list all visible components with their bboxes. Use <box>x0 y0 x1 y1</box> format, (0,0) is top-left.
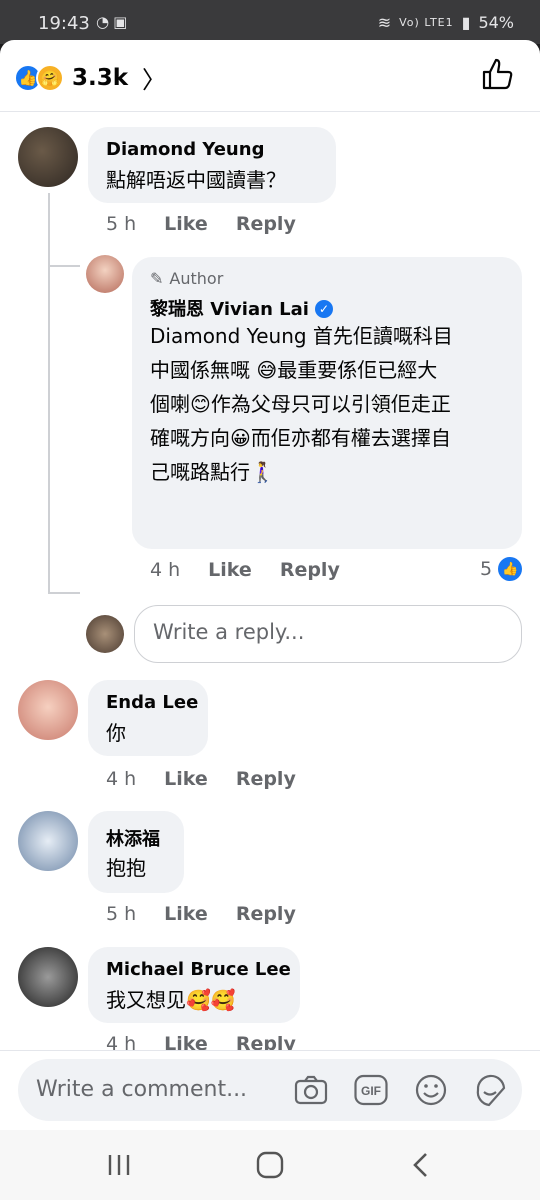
system-nav-bar <box>0 1130 540 1200</box>
comment-text: 我又想见🥰🥰 <box>106 988 236 1012</box>
comment-bubble[interactable]: Diamond Yeung 點解唔返中國讀書？ <box>88 127 336 203</box>
thread-line-branch-2 <box>48 592 80 594</box>
comment-input-placeholder: Write a comment... <box>36 1077 248 1102</box>
camera-icon[interactable] <box>294 1073 328 1107</box>
chevron-right-icon: 〉 <box>142 66 167 94</box>
like-button[interactable]: Like <box>208 559 252 581</box>
reactions-header: 👍 🤗 3.3k 〉 <box>0 40 540 112</box>
status-right: ≋ Vo) LTE1 ▮ 54% <box>378 13 514 32</box>
avatar[interactable] <box>18 811 78 871</box>
home-icon[interactable] <box>253 1148 287 1182</box>
comment-bubble[interactable]: Enda Lee 你 <box>88 680 208 756</box>
like-button[interactable]: Like <box>164 1033 208 1050</box>
comment-time: 5 h <box>106 903 137 925</box>
reply-button[interactable]: Reply <box>236 903 296 925</box>
reply-text: Diamond Yeung 首先佢讀嘅科目 中國係無嘅 😅最重要係佢已經大 個喇… <box>150 319 453 489</box>
reply-text-line: 中國係無嘅 😅最重要係佢已經大 <box>150 358 438 382</box>
recent-apps-icon[interactable] <box>102 1148 136 1182</box>
avatar[interactable] <box>18 127 78 187</box>
comment-actions: 4 h Like Reply <box>106 1033 296 1050</box>
sticker-icon[interactable] <box>474 1073 508 1107</box>
emoji-icon[interactable] <box>414 1073 448 1107</box>
reactions-summary[interactable]: 👍 🤗 3.3k 〉 <box>14 60 166 95</box>
thread-line <box>48 193 50 593</box>
reply-bubble[interactable]: ✎ Author 黎瑞恩 Vivian Lai ✓ Diamond Yeung 首… <box>132 257 522 549</box>
commenter-name[interactable]: 林添福 <box>106 825 160 851</box>
care-reaction-icon: 🤗 <box>36 63 64 92</box>
notification-icons: ◔▣ <box>96 13 132 31</box>
reply-input[interactable]: Write a reply... <box>134 605 522 663</box>
avatar[interactable] <box>18 947 78 1007</box>
status-time: 19:43 <box>38 13 90 34</box>
reply-button[interactable]: Reply <box>236 1033 296 1050</box>
avatar[interactable] <box>18 680 78 740</box>
comment-input[interactable]: Write a comment... GIF <box>18 1059 522 1121</box>
comment-text: 你 <box>106 721 126 745</box>
status-bar: 19:43 ◔▣ ≋ Vo) LTE1 ▮ 54% <box>0 0 540 44</box>
comment-actions: 4 h Like Reply <box>106 768 296 790</box>
author-badge: ✎ Author <box>150 269 223 288</box>
reply-text-line: 己嘅路點行🚶‍♀️ <box>150 460 275 484</box>
reply-button[interactable]: Reply <box>236 213 296 235</box>
author-name: 黎瑞恩 Vivian Lai <box>150 299 309 320</box>
comment-actions: 5 h Like Reply <box>106 213 296 235</box>
wifi-icon: ≋ <box>377 13 392 32</box>
reply-button[interactable]: Reply <box>280 559 340 581</box>
reply-text-line: Diamond Yeung 首先佢讀嘅科目 <box>150 324 453 348</box>
svg-text:GIF: GIF <box>361 1084 381 1098</box>
like-button[interactable]: Like <box>164 213 208 235</box>
thread-line-branch <box>48 265 80 267</box>
comment-text: 點解唔返中國讀書？ <box>106 168 286 192</box>
comment-time: 4 h <box>106 768 137 790</box>
comment-bubble[interactable]: 林添福 抱抱 <box>88 811 184 893</box>
like-button[interactable]: Like <box>164 768 208 790</box>
comment-time: 4 h <box>106 1033 137 1050</box>
network-label: Vo) LTE1 <box>399 16 454 29</box>
comments-list: Diamond Yeung 點解唔返中國讀書？ 5 h Like Reply ✎… <box>0 113 540 1050</box>
like-count-number: 5 <box>480 558 493 580</box>
verified-badge-icon: ✓ <box>314 300 333 318</box>
avatar <box>86 615 124 653</box>
avatar[interactable] <box>86 255 124 293</box>
reaction-count: 3.3k <box>72 64 129 91</box>
reply-like-count[interactable]: 5 👍 <box>480 557 523 581</box>
battery-text: 54% <box>478 13 514 32</box>
reply-button[interactable]: Reply <box>236 768 296 790</box>
pencil-icon: ✎ <box>150 269 164 288</box>
reply-time: 4 h <box>150 559 181 581</box>
signal-icon: ▮ <box>461 13 471 32</box>
comments-sheet: 👍 🤗 3.3k 〉 Diamond Yeung 點解唔返中國讀書？ 5 h L… <box>0 40 540 1130</box>
reply-actions: 4 h Like Reply <box>150 559 340 581</box>
like-button[interactable]: Like <box>164 903 208 925</box>
author-label: Author <box>169 269 224 288</box>
commenter-name[interactable]: Michael Bruce Lee <box>106 959 291 980</box>
comment-bubble[interactable]: Michael Bruce Lee 我又想见🥰🥰 <box>88 947 300 1023</box>
comment-actions: 5 h Like Reply <box>106 903 296 925</box>
like-reaction-icon: 👍 <box>498 557 523 581</box>
commenter-name[interactable]: 黎瑞恩 Vivian Lai ✓ <box>150 295 333 321</box>
thumbs-up-icon[interactable] <box>480 56 516 92</box>
back-icon[interactable] <box>404 1148 438 1182</box>
comment-text: 抱抱 <box>106 856 146 880</box>
commenter-name[interactable]: Enda Lee <box>106 692 198 713</box>
reply-text-line: 確嘅方向😀而佢亦都有權去選擇自 <box>150 426 451 450</box>
commenter-name[interactable]: Diamond Yeung <box>106 139 264 160</box>
comment-time: 5 h <box>106 213 137 235</box>
reply-text-line: 個喇😊作為父母只可以引領佢走正 <box>150 392 451 416</box>
gif-icon[interactable]: GIF <box>354 1073 388 1107</box>
comment-composer: Write a comment... GIF <box>0 1050 540 1130</box>
